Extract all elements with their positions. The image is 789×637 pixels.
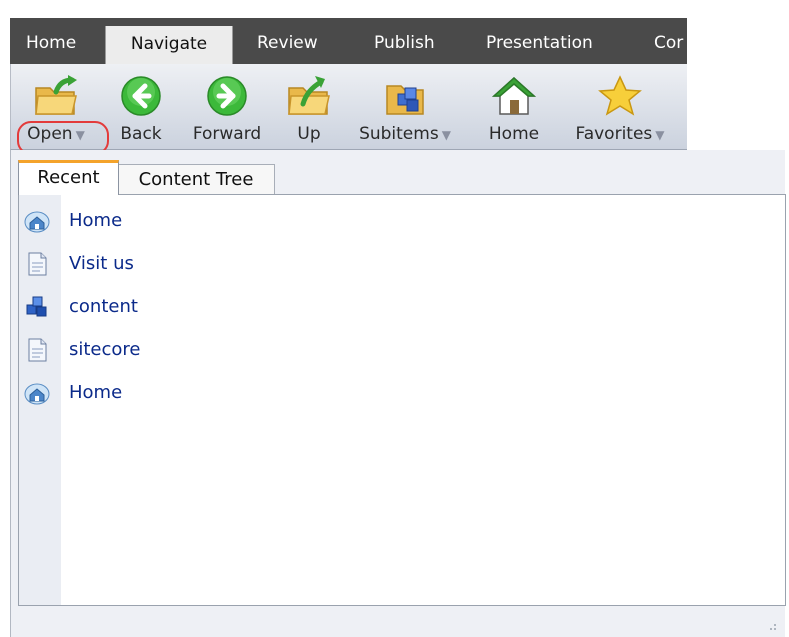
home-icon [492,76,536,115]
chevron-down-icon[interactable]: ▼ [442,128,451,142]
arrow-right-icon [207,76,247,116]
tab-presentation[interactable]: Presentation [486,25,593,64]
list-item-label[interactable]: Home [69,382,122,403]
up-label: Up [297,124,321,144]
back-button[interactable]: Back [103,70,179,150]
navigate-ribbon: Open ▼ Back Forward Up Subitems ▼ Home F… [10,64,687,150]
ribbon-tab-strip: Home Navigate Review Publish Presentatio… [10,18,687,64]
folder-open-icon [35,75,77,115]
tab-configure[interactable]: Cor [654,25,683,64]
recent-list: Home Visit us content sitecore Home [18,194,786,606]
list-item-label[interactable]: Home [69,210,122,231]
tab-recent[interactable]: Recent [18,160,119,195]
content-cubes-icon [26,296,47,317]
document-icon [28,252,47,276]
tab-publish[interactable]: Publish [374,25,435,64]
arrow-left-icon [121,76,161,116]
list-item[interactable]: content [19,287,419,327]
subitems-folder-icon [386,85,424,115]
document-icon [28,338,47,362]
favorites-button[interactable]: Favorites ▼ [561,70,679,150]
star-icon [598,75,642,116]
resize-grip-icon[interactable] [765,619,777,631]
subitems-button[interactable]: Subitems ▼ [349,70,461,150]
up-button[interactable]: Up [279,70,339,150]
list-item-label[interactable]: content [69,296,138,317]
list-item[interactable]: Home [19,373,419,413]
home-button[interactable]: Home [477,70,551,150]
forward-label: Forward [192,124,262,144]
list-item-label[interactable]: sitecore [69,339,141,360]
tab-home[interactable]: Home [26,25,76,64]
home-page-icon [24,211,50,233]
subitems-label: Subitems [359,124,439,144]
tab-content-tree[interactable]: Content Tree [117,164,275,195]
list-item[interactable]: sitecore [19,330,419,370]
navigation-panel: Recent Content Tree Home Visit us conten… [10,150,786,637]
back-label: Back [120,124,162,144]
folder-up-icon [288,76,330,115]
list-item[interactable]: Visit us [19,244,419,284]
list-item-label[interactable]: Visit us [69,253,134,274]
favorites-label: Favorites [575,124,653,144]
tab-navigate[interactable]: Navigate [105,26,233,64]
home-page-icon [24,383,50,405]
list-item[interactable]: Home [19,201,419,241]
forward-button[interactable]: Forward [181,70,273,150]
chevron-down-icon[interactable]: ▼ [655,128,664,142]
home-label: Home [488,124,540,144]
tab-review[interactable]: Review [257,25,318,64]
